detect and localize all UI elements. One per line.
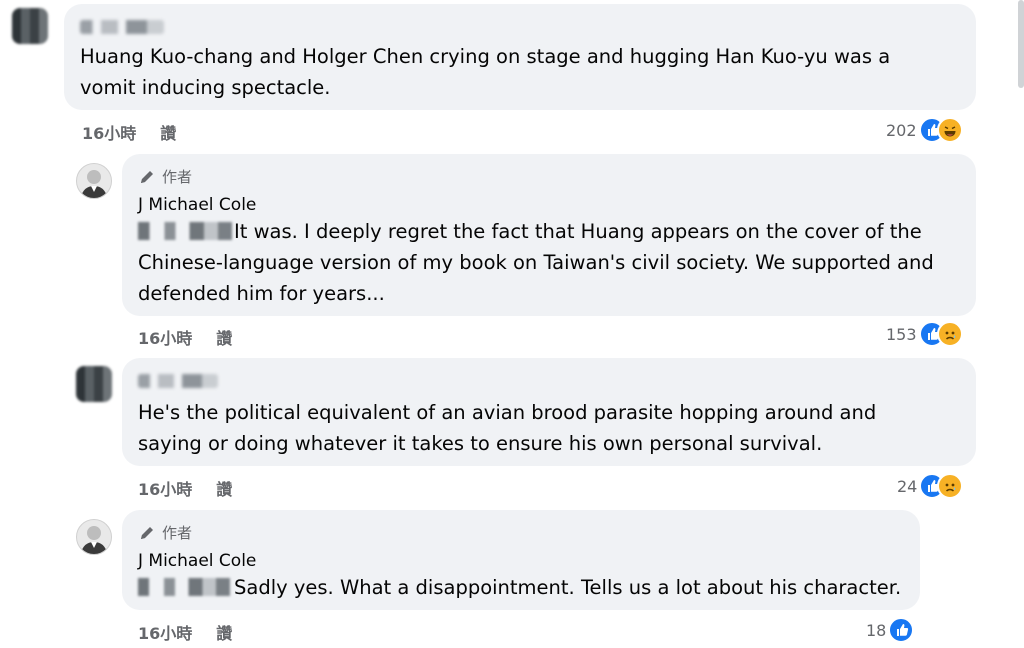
pencil-icon [141,170,153,183]
comment-time[interactable]: 16小時 [82,120,136,144]
like-icon [888,617,915,643]
author-badge: 作者 [138,522,192,543]
comment-text: Sadly yes. What a disappointment. Tells … [234,576,902,599]
commenter-avatar[interactable] [12,8,48,44]
author-badge-label: 作者 [162,524,193,542]
pencil-icon [141,526,153,539]
author-name[interactable]: J Michael Cole [138,551,256,571]
reaction-summary[interactable]: 153 [886,321,963,347]
reaction-count: 24 [897,476,918,496]
comment-text: He's the political equivalent of an avia… [138,401,877,455]
author-avatar[interactable] [76,519,112,555]
like-action-button[interactable]: 讚 [216,620,232,644]
comment-meta: 16小時 讚 [138,325,232,349]
reaction-summary[interactable]: 24 [897,473,964,499]
mention-tag-redacted[interactable] [138,578,230,596]
reaction-count: 202 [886,120,917,140]
author-badge-label: 作者 [162,168,193,186]
commenter-name-redacted[interactable] [138,374,218,388]
author-avatar[interactable] [76,163,112,199]
sad-icon [937,473,964,499]
sad-icon [936,321,963,347]
author-name[interactable]: J Michael Cole [138,195,256,215]
comment-text: Huang Kuo-chang and Holger Chen crying o… [80,45,891,99]
comment-meta: 16小時 讚 [82,120,176,144]
comment-meta: 16小時 讚 [138,476,232,500]
reaction-count: 18 [866,620,887,640]
like-action-button[interactable]: 讚 [216,476,232,500]
comment-time[interactable]: 16小時 [138,476,192,500]
reaction-summary[interactable]: 18 [866,617,915,643]
comment-text: It was. I deeply regret the fact that Hu… [138,220,934,305]
like-action-button[interactable]: 讚 [160,120,176,144]
comment-time[interactable]: 16小時 [138,325,192,349]
comment-time[interactable]: 16小時 [138,620,192,644]
comment-meta: 16小時 讚 [138,620,232,644]
reaction-summary[interactable]: 202 [886,117,963,143]
like-action-button[interactable]: 讚 [216,325,232,349]
commenter-name-redacted[interactable] [80,20,164,34]
reaction-count: 153 [886,324,917,344]
haha-icon [936,117,963,143]
commenter-avatar[interactable] [76,366,112,402]
author-badge: 作者 [138,166,192,187]
scrollbar[interactable] [1018,0,1024,88]
